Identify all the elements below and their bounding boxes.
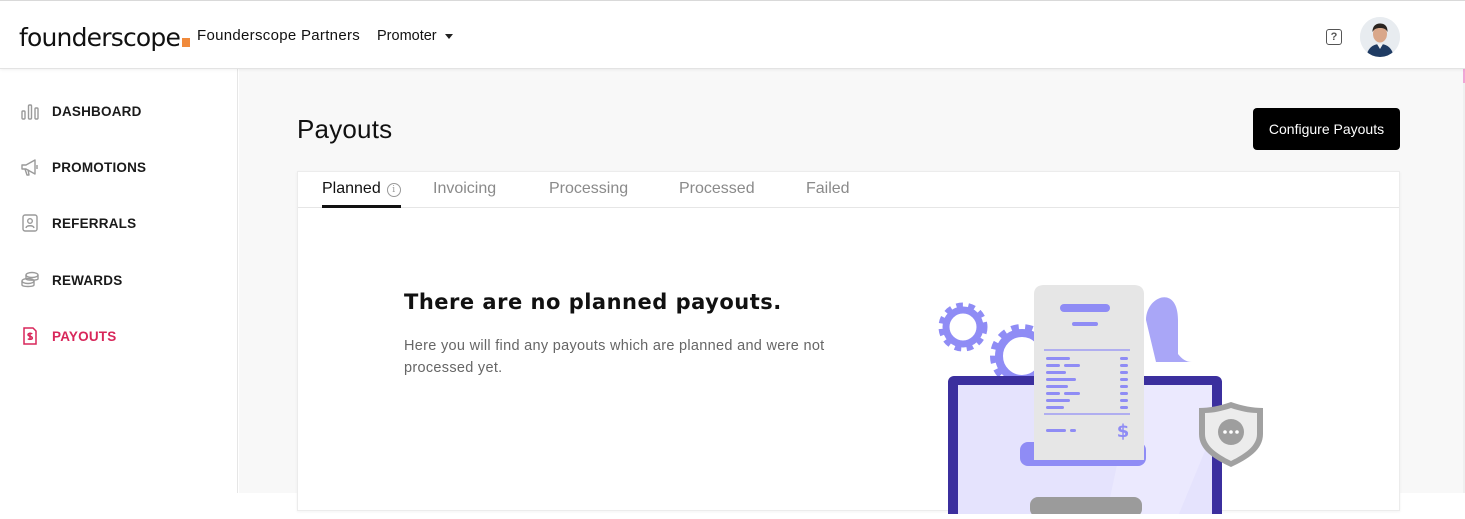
sidebar-item-label: PAYOUTS — [52, 328, 117, 344]
tab-label: Processing — [549, 180, 629, 197]
sidebar: DASHBOARD PROMOTIONS REFERRALS REWARDS P… — [0, 69, 238, 493]
user-avatar[interactable] — [1360, 17, 1400, 57]
organization-name: Founderscope Partners — [197, 27, 361, 44]
tab-invoicing[interactable]: Invoicing — [433, 180, 496, 208]
payout-illustration: $ — [934, 284, 1264, 519]
tab-failed[interactable]: Failed — [806, 180, 850, 208]
payouts-card: Planned i Invoicing Processing Processed… — [297, 171, 1400, 519]
tab-label: Failed — [806, 180, 850, 197]
sidebar-item-label: REWARDS — [52, 272, 123, 288]
configure-payouts-button[interactable]: Configure Payouts — [1253, 108, 1400, 150]
tab-label: Planned — [322, 180, 381, 197]
tab-label: Invoicing — [433, 180, 497, 197]
tab-planned[interactable]: Planned i — [322, 180, 401, 208]
tab-processing[interactable]: Processing — [549, 180, 628, 208]
invoice-dollar-icon — [19, 325, 41, 347]
help-icon[interactable]: ? — [1326, 29, 1342, 45]
sidebar-item-rewards[interactable]: REWARDS — [0, 260, 238, 300]
svg-text:$: $ — [1117, 421, 1130, 442]
sidebar-item-dashboard[interactable]: DASHBOARD — [0, 91, 238, 131]
sidebar-item-label: PROMOTIONS — [52, 159, 147, 175]
empty-state-description: Here you will find any payouts which are… — [404, 338, 825, 376]
bar-chart-icon — [19, 100, 41, 122]
tab-label: Processed — [679, 180, 755, 197]
sidebar-item-referrals[interactable]: REFERRALS — [0, 203, 238, 243]
sidebar-item-label: DASHBOARD — [52, 103, 142, 119]
page-title: Payouts — [297, 114, 393, 144]
coins-icon — [19, 269, 41, 291]
tab-processed[interactable]: Processed — [679, 180, 755, 208]
sidebar-item-payouts[interactable]: PAYOUTS — [0, 316, 238, 356]
logo-mark — [182, 38, 191, 47]
role-label: Promoter — [377, 28, 437, 44]
contact-card-icon — [19, 212, 41, 234]
sidebar-item-promotions[interactable]: PROMOTIONS — [0, 147, 238, 187]
founderscope-logo[interactable]: founderscope — [19, 23, 191, 52]
caret-down-icon — [444, 33, 453, 39]
top-bar: founderscope Founderscope Partners Promo… — [0, 0, 1465, 69]
info-icon[interactable]: i — [386, 183, 401, 197]
megaphone-icon — [19, 156, 41, 178]
main-content: Payouts Configure Payouts Planned i Invo… — [239, 69, 1463, 519]
logo-text: founderscope — [19, 23, 181, 52]
sidebar-item-label: REFERRALS — [52, 215, 137, 231]
role-dropdown[interactable]: Promoter — [377, 28, 453, 44]
empty-state-title: There are no planned payouts. — [404, 290, 782, 314]
payout-tabs: Planned i Invoicing Processing Processed… — [298, 172, 1399, 208]
